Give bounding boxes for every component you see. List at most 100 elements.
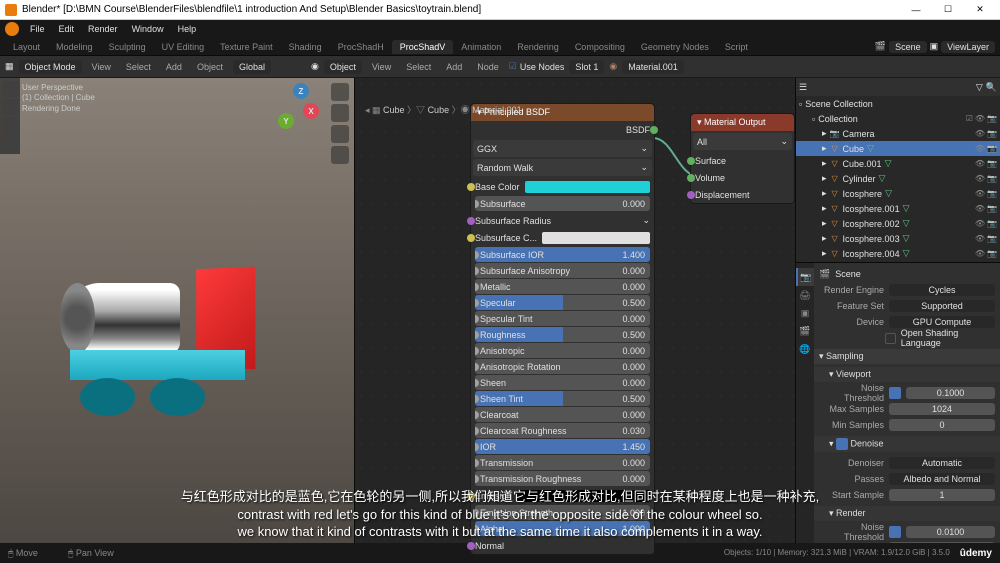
interaction-mode[interactable]: Object Mode <box>19 60 82 74</box>
output-header[interactable]: ▾ Material Output <box>691 114 794 131</box>
bsdf-subsurface-radius[interactable]: Subsurface Radius⌄ <box>471 212 654 229</box>
vp-noise-check[interactable] <box>889 387 901 399</box>
bsdf-specular-tint[interactable]: Specular Tint0.000 <box>475 311 650 326</box>
menu-file[interactable]: File <box>24 22 51 36</box>
feature-set-select[interactable]: Supported <box>889 300 995 312</box>
output-surface[interactable]: Surface <box>691 152 794 169</box>
sh-menu-add[interactable]: Add <box>441 60 467 74</box>
item-camera[interactable]: ▸📷Camera👁📷 <box>796 126 1000 141</box>
vp-noise-value[interactable]: 0.1000 <box>906 387 995 399</box>
output-displacement[interactable]: Displacement <box>691 186 794 203</box>
tool-select-box[interactable] <box>3 81 19 97</box>
vp-menu-view[interactable]: View <box>87 60 116 74</box>
bsdf-roughness[interactable]: Roughness0.500 <box>475 327 650 342</box>
device-select[interactable]: GPU Compute <box>889 316 995 328</box>
bsdf-sheen[interactable]: Sheen0.000 <box>475 375 650 390</box>
item-cube001[interactable]: ▸▽Cube.001▽👁📷 <box>796 156 1000 171</box>
node-material-output[interactable]: ▾ Material Output All⌄ Surface Volume Di… <box>690 113 795 204</box>
node-principled-bsdf[interactable]: ▾ Principled BSDF BSDF GGX⌄ Random Walk⌄… <box>470 103 655 555</box>
tool-cursor[interactable] <box>3 99 19 115</box>
scene-selector[interactable]: Scene <box>889 41 927 53</box>
item-icosphere001[interactable]: ▸▽Icosphere.001▽👁📷 <box>796 201 1000 216</box>
material-selector[interactable]: Material.001 <box>622 60 684 74</box>
shader-type[interactable]: Object <box>324 60 362 74</box>
bsdf-clearcoat[interactable]: Clearcoat0.000 <box>475 407 650 422</box>
navigation-gizmo[interactable]: X Y Z <box>274 83 324 133</box>
tab-scene-props[interactable]: 🎬 <box>796 322 814 340</box>
slot-selector[interactable]: Slot 1 <box>569 60 604 74</box>
editor-type-icon[interactable]: ▦ <box>5 61 14 72</box>
bsdf-distribution[interactable]: GGX⌄ <box>473 140 652 157</box>
tab-geonodes[interactable]: Geometry Nodes <box>633 40 717 54</box>
vp-menu-object[interactable]: Object <box>192 60 228 74</box>
vp-camera-icon[interactable] <box>331 125 349 143</box>
item-icosphere[interactable]: ▸▽Icosphere▽👁📷 <box>796 186 1000 201</box>
vp-min-samples[interactable]: 0 <box>889 419 995 431</box>
item-cylinder[interactable]: ▸▽Cylinder▽👁📷 <box>796 171 1000 186</box>
tab-render-props[interactable]: 📷 <box>796 268 814 286</box>
item-cube[interactable]: ▸▽Cube▽👁📷 <box>796 141 1000 156</box>
tool-rotate[interactable] <box>3 135 19 151</box>
shader-editor-icon[interactable]: ◉ <box>311 61 319 72</box>
bsdf-anisotropic[interactable]: Anisotropic0.000 <box>475 343 650 358</box>
sh-menu-select[interactable]: Select <box>401 60 436 74</box>
vp-move-icon[interactable] <box>331 104 349 122</box>
vp-menu-select[interactable]: Select <box>121 60 156 74</box>
bsdf-transmission-roughness[interactable]: Transmission Roughness0.000 <box>475 471 650 486</box>
vp-menu-add[interactable]: Add <box>161 60 187 74</box>
vp-zoom-icon[interactable] <box>331 83 349 101</box>
tab-scripting[interactable]: Script <box>717 40 756 54</box>
tool-move[interactable] <box>3 117 19 133</box>
tab-shading[interactable]: Shading <box>281 40 330 54</box>
render-engine-select[interactable]: Cycles <box>889 284 995 296</box>
bsdf-subsurface-ior[interactable]: Subsurface IOR1.400 <box>475 247 650 262</box>
bsdf-subsurface[interactable]: Subsurface0.000 <box>475 196 650 211</box>
denoiser-select[interactable]: Automatic <box>889 457 995 469</box>
tab-layout[interactable]: Layout <box>5 40 48 54</box>
tab-sculpting[interactable]: Sculpting <box>101 40 154 54</box>
item-icosphere004[interactable]: ▸▽Icosphere.004▽👁📷 <box>796 246 1000 261</box>
menu-edit[interactable]: Edit <box>53 22 81 36</box>
tab-compositing[interactable]: Compositing <box>567 40 633 54</box>
item-icosphere003[interactable]: ▸▽Icosphere.003▽👁📷 <box>796 231 1000 246</box>
sh-menu-view[interactable]: View <box>367 60 396 74</box>
bsdf-specular[interactable]: Specular0.500 <box>475 295 650 310</box>
tab-procshadv[interactable]: ProcShadV <box>392 40 454 54</box>
bsdf-subsurface-aniso[interactable]: Subsurface Anisotropy0.000 <box>475 263 650 278</box>
vp-max-samples[interactable]: 1024 <box>889 403 995 415</box>
item-icosphere002[interactable]: ▸▽Icosphere.002▽👁📷 <box>796 216 1000 231</box>
outliner-collection[interactable]: ▫ Collection ☑👁📷 <box>796 111 1000 126</box>
tab-world-props[interactable]: 🌐 <box>796 340 814 358</box>
vp-perspective-icon[interactable] <box>331 146 349 164</box>
bsdf-clearcoat-roughness[interactable]: Clearcoat Roughness0.030 <box>475 423 650 438</box>
tab-procshadh[interactable]: ProcShadH <box>330 40 392 54</box>
bsdf-sheen-tint[interactable]: Sheen Tint0.500 <box>475 391 650 406</box>
transform-orientation[interactable]: Global <box>233 60 271 74</box>
menu-window[interactable]: Window <box>126 22 170 36</box>
use-nodes-toggle[interactable]: ☑Use Nodes <box>509 61 565 72</box>
tab-rendering[interactable]: Rendering <box>509 40 567 54</box>
output-volume[interactable]: Volume <box>691 169 794 186</box>
tab-output-props[interactable]: 🖨 <box>796 286 814 304</box>
outliner-filter-icon[interactable]: ▽ <box>976 82 983 93</box>
tab-animation[interactable]: Animation <box>453 40 509 54</box>
maximize-button[interactable]: ☐ <box>933 1 963 19</box>
gizmo-z-axis[interactable]: Z <box>293 83 309 99</box>
minimize-button[interactable]: — <box>901 1 931 19</box>
sh-menu-node[interactable]: Node <box>472 60 504 74</box>
tab-texture[interactable]: Texture Paint <box>212 40 281 54</box>
bsdf-metallic[interactable]: Metallic0.000 <box>475 279 650 294</box>
tab-viewlayer-props[interactable]: ▣ <box>796 304 814 322</box>
osl-toggle[interactable]: Open Shading Language <box>901 328 995 348</box>
menu-help[interactable]: Help <box>172 22 203 36</box>
gizmo-y-axis[interactable]: Y <box>278 113 294 129</box>
blender-logo-icon[interactable] <box>5 22 19 36</box>
bsdf-ior[interactable]: IOR1.450 <box>475 439 650 454</box>
tab-modeling[interactable]: Modeling <box>48 40 101 54</box>
bsdf-aniso-rotation[interactable]: Anisotropic Rotation0.000 <box>475 359 650 374</box>
close-button[interactable]: ✕ <box>965 1 995 19</box>
menu-render[interactable]: Render <box>82 22 124 36</box>
section-sampling[interactable]: ▾ Sampling <box>814 349 1000 364</box>
bsdf-transmission[interactable]: Transmission0.000 <box>475 455 650 470</box>
tab-uv[interactable]: UV Editing <box>154 40 213 54</box>
